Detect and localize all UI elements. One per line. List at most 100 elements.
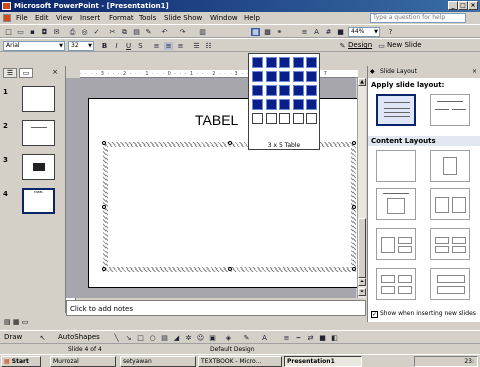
close-button[interactable]: × [468, 1, 478, 10]
table-grid-cell[interactable] [306, 99, 317, 110]
taskbar-item-active[interactable]: Presentation1 [284, 356, 362, 367]
select-objects-icon[interactable]: ↖ [38, 334, 47, 342]
outline-tab[interactable]: ☰ [3, 68, 17, 78]
format-painter-icon[interactable]: ✎ [144, 28, 153, 36]
layout-title-content-grid[interactable] [376, 268, 416, 300]
show-formatting-icon[interactable]: A [312, 28, 321, 36]
table-grid-cell[interactable] [279, 99, 290, 110]
slide-thumb-1[interactable] [22, 86, 55, 112]
resize-handle[interactable] [228, 267, 232, 271]
undo-icon[interactable]: ↶ [160, 28, 169, 36]
task-pane-back-icon[interactable]: ◆ [370, 66, 375, 78]
insert-table-icon[interactable]: ▦ [251, 28, 260, 36]
wordart-icon[interactable]: ◢ [172, 334, 181, 342]
menu-insert[interactable]: Insert [80, 12, 100, 24]
paste-icon[interactable]: ▤ [132, 28, 141, 36]
table-grid-cell[interactable] [279, 85, 290, 96]
layout-blank[interactable] [376, 150, 416, 182]
dash-style-icon[interactable]: ┅ [294, 334, 303, 342]
resize-handle[interactable] [352, 141, 356, 145]
rectangle-icon[interactable]: □ [136, 334, 145, 342]
tables-borders-icon[interactable]: ▩ [263, 28, 272, 36]
table-grid-cell[interactable] [292, 99, 304, 110]
table-grid-cell[interactable] [306, 85, 317, 96]
table-grid-cell[interactable] [265, 85, 277, 96]
layout-title-four-content[interactable] [430, 228, 470, 260]
table-grid-cell[interactable] [292, 85, 304, 96]
table-grid-cell[interactable] [252, 71, 263, 82]
slide-thumb-3[interactable] [22, 154, 55, 180]
scroll-thumb[interactable] [358, 218, 366, 278]
slide-thumb-2[interactable] [22, 120, 55, 146]
fill-color-icon[interactable]: ◈ [224, 334, 233, 342]
previous-slide-icon[interactable]: ⏶ [358, 278, 366, 286]
minimize-button[interactable]: _ [448, 1, 458, 10]
table-grid-cell[interactable] [252, 85, 263, 96]
draw-menu-button[interactable]: Draw [4, 333, 22, 341]
slideshow-icon[interactable]: ▭ [22, 318, 29, 326]
start-button[interactable]: ▦ Start [1, 356, 41, 367]
arrow-style-icon[interactable]: ⇄ [306, 334, 315, 342]
line-icon[interactable]: ╲ [112, 334, 121, 342]
open-icon[interactable]: ▭ [16, 28, 25, 36]
layout-title-content-two[interactable] [376, 228, 416, 260]
oval-icon[interactable]: ○ [148, 334, 157, 342]
bullets-icon[interactable]: ☷ [204, 42, 213, 50]
align-left-icon[interactable]: ≡ [152, 42, 161, 50]
table-grid-cell[interactable] [252, 57, 263, 68]
menu-file[interactable]: File [16, 12, 28, 24]
table-grid-cell[interactable] [265, 113, 277, 124]
layout-two-column-text[interactable] [430, 94, 470, 126]
arrow-icon[interactable]: ↘ [124, 334, 133, 342]
autoshapes-button[interactable]: AutoShapes [58, 333, 100, 341]
table-grid-cell[interactable] [279, 71, 290, 82]
print-icon[interactable]: ⎙ [68, 28, 77, 36]
cut-icon[interactable]: ✂ [108, 28, 117, 36]
grid-icon[interactable]: # [324, 28, 333, 36]
menu-window[interactable]: Window [210, 12, 238, 24]
help-icon[interactable]: ? [386, 28, 395, 36]
spelling-icon[interactable]: ✓ [92, 28, 101, 36]
menu-slide-show[interactable]: Slide Show [164, 12, 202, 24]
permission-icon[interactable]: ◘ [40, 28, 49, 36]
menu-view[interactable]: View [56, 12, 73, 24]
underline-icon[interactable]: U [124, 42, 133, 50]
normal-view-icon[interactable]: ▤ [4, 318, 11, 326]
vertical-scrollbar[interactable]: ▲ ⏶ ⏷ [357, 78, 366, 298]
taskbar-item[interactable]: Murrozal [50, 356, 116, 367]
chart-icon[interactable]: ▥ [198, 28, 207, 36]
table-grid-cell[interactable] [306, 113, 317, 124]
table-grid-cell[interactable] [292, 71, 304, 82]
menu-edit[interactable]: Edit [35, 12, 49, 24]
table-grid-cell[interactable] [252, 99, 263, 110]
table-grid-cell[interactable] [306, 71, 317, 82]
numbering-icon[interactable]: ☰ [192, 42, 201, 50]
resize-handle[interactable] [102, 267, 106, 271]
redo-icon[interactable]: ↷ [178, 28, 187, 36]
hyperlink-icon[interactable]: ⚭ [275, 28, 284, 36]
table-grid-cell[interactable] [279, 113, 290, 124]
close-pane-icon[interactable]: × [48, 68, 62, 78]
line-style-icon[interactable]: ≡ [282, 334, 291, 342]
font-color-icon[interactable]: A [260, 334, 269, 342]
resize-handle[interactable] [352, 205, 356, 209]
align-center-icon[interactable]: ≡ [164, 42, 173, 50]
table-grid-cell[interactable] [265, 57, 277, 68]
italic-icon[interactable]: I [112, 42, 121, 50]
new-icon[interactable]: □ [4, 28, 13, 36]
layout-title-content[interactable] [376, 188, 416, 220]
layout-title-two-content[interactable] [430, 188, 470, 220]
font-select[interactable]: Arial [3, 41, 65, 51]
table-grid-cell[interactable] [279, 57, 290, 68]
bold-icon[interactable]: B [100, 42, 109, 50]
resize-handle[interactable] [228, 141, 232, 145]
save-icon[interactable]: ▪ [28, 28, 37, 36]
slide-thumb-4[interactable]: TABEL [22, 188, 55, 214]
3d-style-icon[interactable]: ◧ [330, 334, 339, 342]
print-preview-icon[interactable]: ◎ [80, 28, 89, 36]
textbox-icon[interactable]: ▤ [160, 334, 169, 342]
line-color-icon[interactable]: ✎ [242, 334, 251, 342]
design-icon[interactable]: ✎ [338, 42, 347, 50]
task-pane-close-icon[interactable]: × [472, 66, 477, 78]
show-layouts-checkbox[interactable]: ✓ [371, 311, 378, 318]
